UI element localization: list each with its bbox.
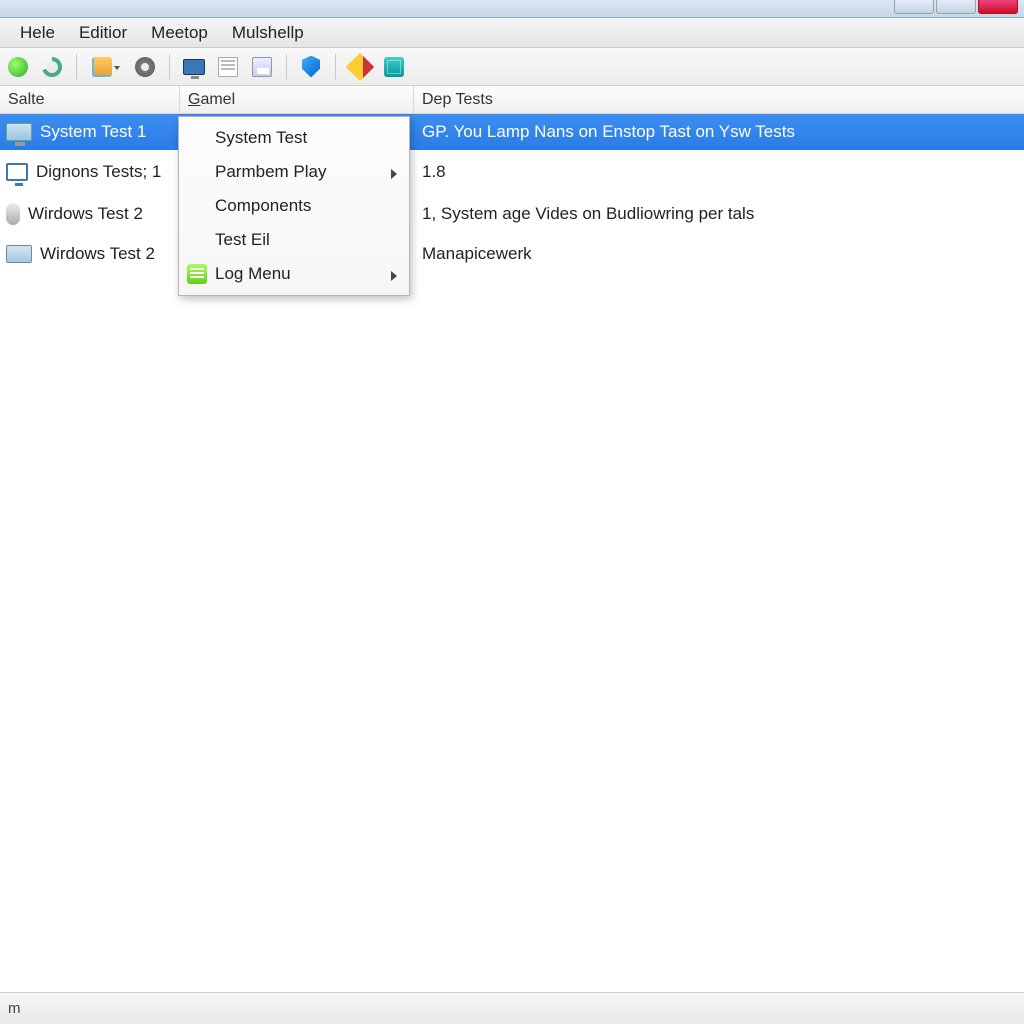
log-icon xyxy=(187,264,207,284)
computer-icon xyxy=(6,245,32,263)
toolbar-separator xyxy=(286,54,287,80)
list-row-wirdows-test-2a[interactable]: Wirdows Test 2 1, System age Vides on Bu… xyxy=(0,196,1024,232)
status-text: m xyxy=(8,1000,21,1017)
row-dep: 1, System age Vides on Budliowring per t… xyxy=(414,204,1024,224)
window-maximize-button[interactable] xyxy=(936,0,976,14)
titlebar xyxy=(0,0,1024,18)
row-name: System Test 1 xyxy=(40,122,146,142)
context-menu: System Test Parmbem Play Components Test… xyxy=(178,116,410,296)
toolbar-monitor-button[interactable] xyxy=(180,53,208,81)
context-item-label: Test Eil xyxy=(215,230,270,250)
menu-hele[interactable]: Hele xyxy=(8,19,67,47)
toolbar-separator xyxy=(76,54,77,80)
row-name: Wirdows Test 2 xyxy=(28,204,143,224)
refresh-icon xyxy=(42,57,62,77)
monitor-icon xyxy=(183,59,205,75)
menu-editior[interactable]: Editior xyxy=(67,19,139,47)
list-row-system-test-1[interactable]: System Test 1 GP. You Lamp Nans on Ensto… xyxy=(0,114,1024,150)
context-item-label: Log Menu xyxy=(215,264,291,284)
column-header-gamel-accel: G xyxy=(188,91,200,108)
monitor-icon xyxy=(6,163,28,181)
row-dep: Manapicewerk xyxy=(414,244,1024,264)
toolbar-run-button[interactable] xyxy=(4,53,32,81)
toolbar-panel-button[interactable] xyxy=(380,53,408,81)
document-icon xyxy=(218,57,238,77)
pencil-icon xyxy=(346,52,374,80)
toolbar-save-button[interactable] xyxy=(248,53,276,81)
list-row-wirdows-test-2b[interactable]: Wirdows Test 2 Manapicewerk xyxy=(0,236,1024,272)
menu-mulshellp[interactable]: Mulshellp xyxy=(220,19,316,47)
app-window: Hele Editior Meetop Mulshellp Salte Game… xyxy=(0,0,1024,1024)
stack-icon xyxy=(92,57,112,77)
list-row-dignons-tests-1[interactable]: Dignons Tests; 1 1.8 xyxy=(0,154,1024,190)
save-icon xyxy=(252,57,272,77)
context-item-label: Components xyxy=(215,196,311,216)
context-item-components[interactable]: Components xyxy=(181,189,407,223)
toolbar xyxy=(0,48,1024,86)
menubar: Hele Editior Meetop Mulshellp xyxy=(0,18,1024,48)
column-headers: Salte Gamel Dep Tests xyxy=(0,86,1024,114)
toolbar-doc-button[interactable] xyxy=(214,53,242,81)
column-header-gamel[interactable]: Gamel xyxy=(180,86,414,113)
window-minimize-button[interactable] xyxy=(894,0,934,14)
row-dep: 1.8 xyxy=(414,162,1024,182)
toolbar-refresh-button[interactable] xyxy=(38,53,66,81)
column-header-gamel-rest: amel xyxy=(200,91,235,108)
toolbar-settings-button[interactable] xyxy=(131,53,159,81)
shield-icon xyxy=(302,56,320,78)
context-item-parmbem-play[interactable]: Parmbem Play xyxy=(181,155,407,189)
submenu-arrow-icon xyxy=(391,271,397,281)
toolbar-edit-button[interactable] xyxy=(346,53,374,81)
toolbar-stack-dropdown[interactable] xyxy=(87,53,125,81)
context-item-test-eil[interactable]: Test Eil xyxy=(181,223,407,257)
context-item-label: Parmbem Play xyxy=(215,162,326,182)
window-close-button[interactable] xyxy=(978,0,1018,14)
column-header-dep-tests[interactable]: Dep Tests xyxy=(414,86,1024,113)
play-icon xyxy=(8,57,28,77)
row-name: Wirdows Test 2 xyxy=(40,244,155,264)
context-item-system-test[interactable]: System Test xyxy=(181,121,407,155)
toolbar-separator xyxy=(169,54,170,80)
context-item-log-menu[interactable]: Log Menu xyxy=(181,257,407,291)
row-name: Dignons Tests; 1 xyxy=(36,162,161,182)
column-header-salte[interactable]: Salte xyxy=(0,86,180,113)
row-dep: GP. You Lamp Nans on Enstop Tast on Ysw … xyxy=(414,122,1024,142)
status-bar: m xyxy=(0,992,1024,1024)
list-area: System Test 1 GP. You Lamp Nans on Ensto… xyxy=(0,114,1024,992)
microphone-icon xyxy=(6,203,20,225)
computer-icon xyxy=(6,123,32,141)
context-item-label: System Test xyxy=(215,128,307,148)
gear-icon xyxy=(135,57,155,77)
submenu-arrow-icon xyxy=(391,169,397,179)
toolbar-shield-button[interactable] xyxy=(297,53,325,81)
panel-icon xyxy=(384,57,404,77)
menu-meetop[interactable]: Meetop xyxy=(139,19,220,47)
toolbar-separator xyxy=(335,54,336,80)
